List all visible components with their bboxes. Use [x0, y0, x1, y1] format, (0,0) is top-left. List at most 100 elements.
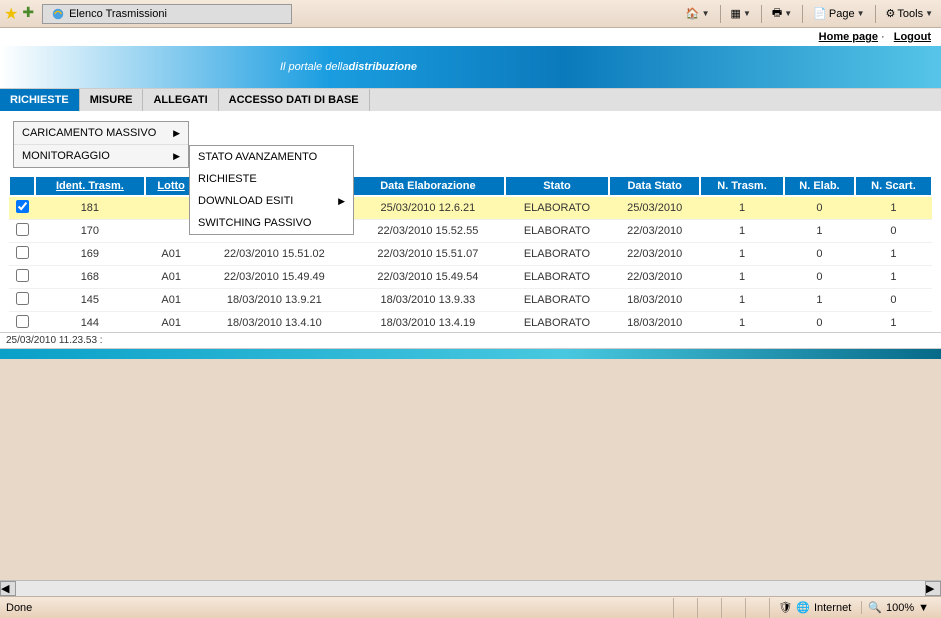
cell-id: 169 [35, 243, 145, 266]
tab-title: Elenco Trasmissioni [69, 8, 167, 20]
home-button[interactable]: 🏠▼ [682, 5, 714, 22]
status-timestamp: 25/03/2010 11.23.53 : [0, 332, 941, 349]
scroll-left-button[interactable]: ◀ [0, 581, 16, 596]
cell-trasm: 18/03/2010 13.4.10 [198, 312, 352, 333]
chevron-right-icon: ▶ [173, 128, 180, 139]
cell-ne: 1 [784, 289, 855, 312]
cell-tipo: A01 [145, 312, 198, 333]
nav-misure[interactable]: MISURE [80, 89, 144, 111]
favorites-star-icon[interactable]: ★ [4, 4, 18, 24]
col-checkbox [9, 176, 35, 196]
col-ident: Ident. Trasm. [35, 176, 145, 196]
scroll-right-button[interactable]: ▶ [925, 581, 941, 596]
row-checkbox[interactable] [16, 269, 29, 282]
col-n-scart: N. Scart. [855, 176, 932, 196]
cell-nt: 1 [700, 289, 784, 312]
horizontal-scrollbar[interactable]: ◀ ▶ [0, 580, 941, 596]
cell-trasm: 22/03/2010 15.49.49 [198, 266, 352, 289]
submenu-level1: CARICAMENTO MASSIVO▶ MONITORAGGIO▶ [13, 121, 189, 168]
chevron-right-icon: ▶ [338, 196, 345, 207]
top-links: Home page · Logout [0, 28, 941, 46]
cell-trasm: 22/03/2010 15.51.02 [198, 243, 352, 266]
logout-link[interactable]: Logout [894, 31, 931, 43]
cell-ns: 1 [855, 196, 932, 220]
cell-trasm: 18/03/2010 13.9.21 [198, 289, 352, 312]
nav-richieste[interactable]: RICHIESTE [0, 89, 80, 111]
cell-dstato: 18/03/2010 [609, 312, 700, 333]
zoom-control[interactable]: 🔍 100% ▼ [861, 601, 935, 614]
cell-elab: 18/03/2010 13.4.19 [351, 312, 505, 333]
cell-id: 181 [35, 196, 145, 220]
cell-stato: ELABORATO [505, 196, 610, 220]
row-checkbox[interactable] [16, 200, 29, 213]
status-text: Done [6, 602, 32, 614]
main-nav: RICHIESTE MISURE ALLEGATI ACCESSO DATI D… [0, 89, 941, 111]
cell-nt: 1 [700, 220, 784, 243]
cell-ne: 0 [784, 196, 855, 220]
submenu-download-esiti[interactable]: DOWNLOAD ESITI▶ [190, 190, 353, 212]
cell-elab: 22/03/2010 15.51.07 [351, 243, 505, 266]
cell-id: 168 [35, 266, 145, 289]
feeds-button[interactable]: ▦▼ [727, 5, 755, 22]
decorative-bar [0, 349, 941, 359]
nav-allegati[interactable]: ALLEGATI [143, 89, 218, 111]
submenu-level2: STATO AVANZAMENTO RICHIESTE DOWNLOAD ESI… [189, 145, 354, 235]
home-link[interactable]: Home page [819, 31, 878, 43]
transmissions-table: Ident. Trasm. Lotto a Trasmissione Data … [8, 175, 933, 332]
cell-dstato: 18/03/2010 [609, 289, 700, 312]
print-button[interactable]: 🖶▼ [768, 2, 796, 25]
cell-ns: 1 [855, 243, 932, 266]
table-row[interactable]: 144A0118/03/2010 13.4.1018/03/2010 13.4.… [9, 312, 932, 333]
col-n-trasm: N. Trasm. [700, 176, 784, 196]
cell-elab: 18/03/2010 13.9.33 [351, 289, 505, 312]
cell-ns: 0 [855, 289, 932, 312]
cell-stato: ELABORATO [505, 312, 610, 333]
cell-id: 144 [35, 312, 145, 333]
cell-nt: 1 [700, 243, 784, 266]
col-stato: Stato [505, 176, 610, 196]
table-row[interactable]: 17003/2010 15.52.4722/03/2010 15.52.55EL… [9, 220, 932, 243]
nav-accesso[interactable]: ACCESSO DATI DI BASE [219, 89, 370, 111]
cell-ne: 0 [784, 243, 855, 266]
submenu-caricamento[interactable]: CARICAMENTO MASSIVO▶ [14, 122, 188, 145]
col-n-elab: N. Elab. [784, 176, 855, 196]
cell-ne: 0 [784, 312, 855, 333]
row-checkbox[interactable] [16, 315, 29, 328]
table-row[interactable]: 169A0122/03/2010 15.51.0222/03/2010 15.5… [9, 243, 932, 266]
col-data-stato: Data Stato [609, 176, 700, 196]
add-favorite-icon[interactable]: ✚ [22, 4, 34, 24]
table-row[interactable]: 145A0118/03/2010 13.9.2118/03/2010 13.9.… [9, 289, 932, 312]
cell-dstato: 22/03/2010 [609, 220, 700, 243]
browser-status-bar: Done 🛡 🌐 Internet 🔍 100% ▼ [0, 596, 941, 618]
submenu-richieste[interactable]: RICHIESTE [190, 168, 353, 190]
cell-ne: 0 [784, 266, 855, 289]
cell-dstato: 22/03/2010 [609, 243, 700, 266]
cell-stato: ELABORATO [505, 289, 610, 312]
cell-stato: ELABORATO [505, 266, 610, 289]
cell-nt: 1 [700, 196, 784, 220]
browser-tab[interactable]: Elenco Trasmissioni [42, 4, 292, 24]
cell-ns: 0 [855, 220, 932, 243]
cell-elab: 25/03/2010 12.6.21 [351, 196, 505, 220]
row-checkbox[interactable] [16, 292, 29, 305]
cell-ns: 1 [855, 312, 932, 333]
submenu-monitoraggio[interactable]: MONITORAGGIO▶ [14, 145, 188, 167]
globe-icon: 🌐 [796, 601, 810, 614]
table-header-row: Ident. Trasm. Lotto a Trasmissione Data … [9, 176, 932, 196]
cell-tipo: A01 [145, 266, 198, 289]
shield-icon: 🛡 [778, 601, 792, 614]
submenu-switching-passivo[interactable]: SWITCHING PASSIVO [190, 212, 353, 234]
row-checkbox[interactable] [16, 246, 29, 259]
page-menu[interactable]: 📄Page▼ [809, 5, 868, 22]
cell-id: 145 [35, 289, 145, 312]
table-row[interactable]: 18103/2010 12.4.4225/03/2010 12.6.21ELAB… [9, 196, 932, 220]
banner-bold: distribuzione [349, 61, 417, 73]
chevron-right-icon: ▶ [173, 151, 180, 162]
tools-menu[interactable]: ⚙Tools▼ [882, 5, 937, 22]
table-row[interactable]: 168A0122/03/2010 15.49.4922/03/2010 15.4… [9, 266, 932, 289]
cell-ns: 1 [855, 266, 932, 289]
submenu-stato-avanzamento[interactable]: STATO AVANZAMENTO [190, 146, 353, 168]
ie-icon [51, 7, 65, 21]
row-checkbox[interactable] [16, 223, 29, 236]
magnifier-icon: 🔍 [868, 601, 882, 614]
